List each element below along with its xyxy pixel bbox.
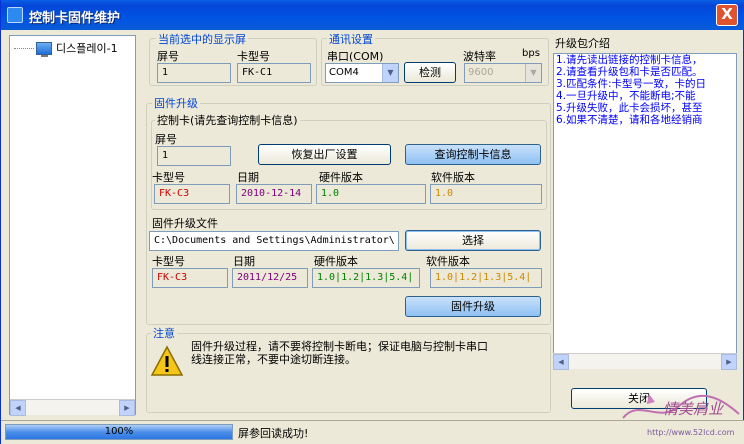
status-message: 屏参回读成功!: [238, 427, 309, 440]
firmware-upgrade-button[interactable]: 固件升级: [405, 296, 541, 317]
card-hw-version-label: 硬件版本: [319, 171, 363, 184]
package-intro-textbox[interactable]: 1.请先读出链接的控制卡信息， 2.请查看升级包和卡是否匹配。 3.匹配条件:卡…: [553, 53, 737, 369]
title-bar[interactable]: 控制卡固件维护 X: [1, 0, 744, 30]
file-date-label: 日期: [233, 255, 255, 268]
card-model-label: 卡型号: [152, 171, 185, 184]
notice-text: 固件升级过程，请不要将控制卡断电；保证电脑与控制卡串口 线连接正常，不要中途切断…: [191, 340, 541, 366]
com-port-label: 串口(COM): [327, 50, 384, 63]
monitor-icon: [36, 41, 52, 57]
watermark-url: http://www.52lcd.com: [647, 428, 735, 437]
com-port-value: COM4: [329, 67, 359, 78]
factory-reset-button[interactable]: 恢复出厂设置: [258, 144, 391, 165]
detect-button[interactable]: 检测: [404, 62, 456, 83]
current-card-model-field: FK-C1: [237, 63, 311, 83]
scroll-left-arrow-icon[interactable]: ◀: [10, 400, 26, 416]
notice-text-line-2: 线连接正常，不要中途切断连接。: [191, 353, 356, 366]
current-screen-no-field: 1: [157, 63, 231, 83]
control-card-group-label: 控制卡(请先查询控制卡信息): [155, 112, 300, 128]
card-date-label: 日期: [237, 171, 259, 184]
tree-connector: [14, 47, 34, 49]
watermark-ornament-icon: 情美肩业: [622, 394, 740, 419]
notice-group-label: 注意: [151, 325, 177, 341]
file-date-field: 2011/12/25: [232, 268, 308, 288]
scroll-left-arrow-icon[interactable]: ◀: [553, 354, 569, 370]
firmware-file-path-input[interactable]: C:\Documents and Settings\Administrator\: [149, 231, 399, 251]
card-model-field: FK-C3: [154, 184, 230, 204]
intro-line: 4.一旦升级中，不能断电;不能: [556, 90, 696, 102]
chevron-down-icon[interactable]: ▼: [382, 64, 398, 82]
svg-text:情美肩业: 情美肩业: [663, 400, 724, 418]
screen-no-label: 屏号: [157, 50, 179, 63]
card-model-label: 卡型号: [237, 50, 270, 63]
card-hw-version-field: 1.0: [316, 184, 426, 204]
baud-rate-value: 9600: [468, 67, 494, 78]
file-sw-version-label: 软件版本: [426, 255, 470, 268]
notice-text-line-1: 固件升级过程，请不要将控制卡断电；保证电脑与控制卡串口: [191, 340, 488, 353]
baud-unit-label: bps: [522, 48, 540, 59]
intro-line: 3.匹配条件:卡型号一致，卡的日: [556, 78, 707, 90]
chevron-down-icon: ▼: [525, 64, 541, 82]
file-hw-version-field: 1.0|1.2|1.3|5.4|: [312, 268, 420, 288]
scroll-right-arrow-icon[interactable]: ▶: [721, 354, 737, 370]
intro-line: 5.升级失败，此卡会损坏，甚至: [556, 102, 703, 114]
baud-rate-label: 波特率: [463, 50, 496, 63]
scroll-right-arrow-icon[interactable]: ▶: [119, 400, 135, 416]
tree-horizontal-scrollbar[interactable]: ◀ ▶: [10, 399, 135, 416]
card-screen-no-field: 1: [157, 146, 231, 166]
progress-bar: 100%: [5, 424, 233, 440]
select-file-button[interactable]: 选择: [405, 230, 541, 251]
file-sw-version-field: 1.0|1.2|1.3|5.4|: [430, 268, 542, 288]
query-card-info-button[interactable]: 查询控制卡信息: [405, 144, 541, 165]
main-window: 控制卡固件维护 X 디스플레이-1 ◀ ▶ 当前选中的显示屏 屏号 1 卡型号 …: [0, 0, 744, 444]
window-title: 控制卡固件维护: [29, 11, 121, 26]
close-window-button[interactable]: X: [716, 4, 738, 26]
intro-horizontal-scrollbar[interactable]: ◀ ▶: [553, 353, 737, 370]
com-port-select[interactable]: COM4 ▼: [325, 63, 399, 83]
file-card-model-label: 卡型号: [152, 255, 185, 268]
intro-line: 2.请查看升级包和卡是否匹配。: [556, 66, 703, 78]
tree-item-label: 디스플레이-1: [56, 42, 118, 55]
firmware-upgrade-group-label: 固件升级: [152, 95, 200, 111]
card-date-field: 2010-12-14: [236, 184, 312, 204]
file-hw-version-label: 硬件版本: [314, 255, 358, 268]
file-card-model-field: FK-C3: [152, 268, 228, 288]
tree-item-screen-1[interactable]: 디스플레이-1: [14, 40, 118, 57]
package-intro-label: 升级包介绍: [555, 37, 610, 50]
screen-tree[interactable]: 디스플레이-1: [9, 35, 136, 415]
card-sw-version-field: 1.0: [430, 184, 542, 204]
card-sw-version-label: 软件版本: [431, 171, 475, 184]
warning-icon: [150, 345, 184, 376]
firmware-file-label: 固件升级文件: [152, 217, 218, 230]
intro-line: 6.如果不清楚，请和各地经销商: [556, 114, 703, 126]
intro-line: 1.请先读出链接的控制卡信息，: [556, 54, 703, 66]
baud-rate-select: 9600 ▼: [464, 63, 542, 83]
comm-settings-group-label: 通讯设置: [327, 31, 375, 47]
app-icon: [7, 7, 23, 23]
current-screen-group-label: 当前选中的显示屏: [156, 31, 248, 47]
card-screen-no-label: 屏号: [155, 133, 177, 146]
